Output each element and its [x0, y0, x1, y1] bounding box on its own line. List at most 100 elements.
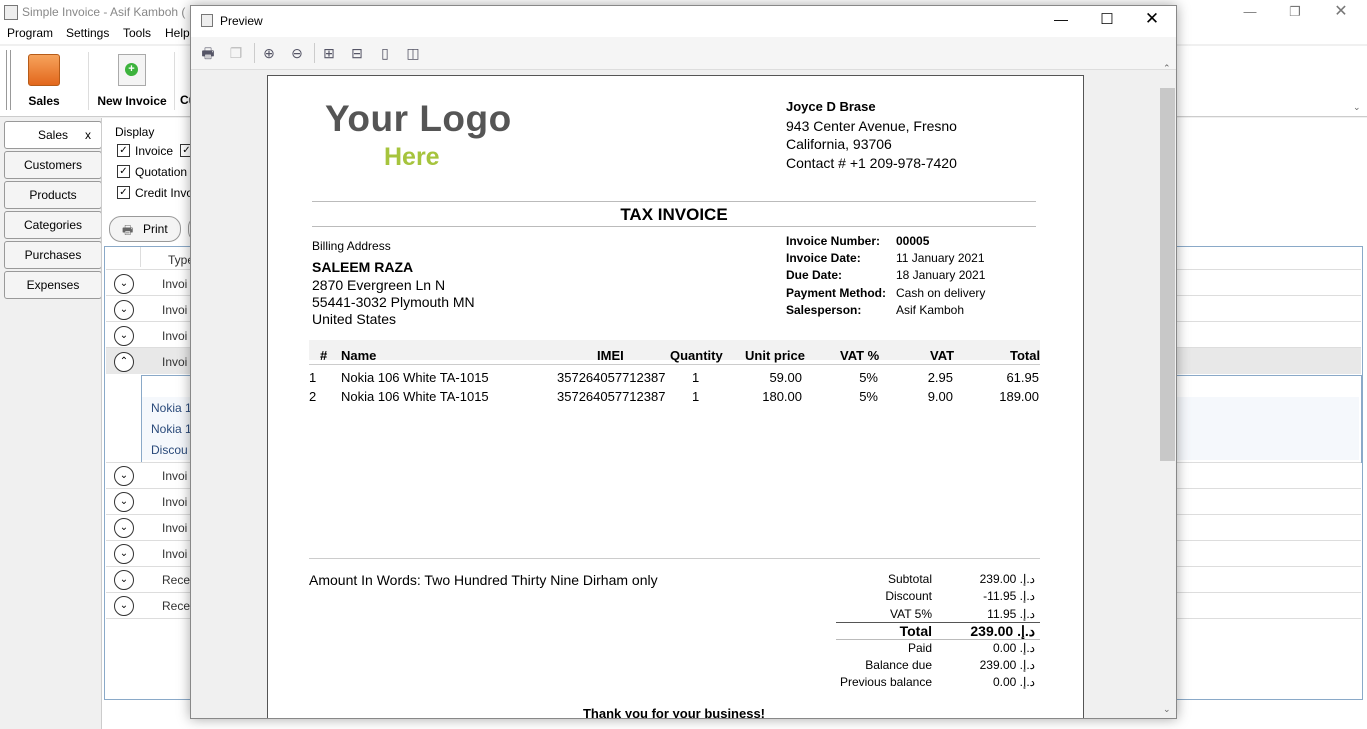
previous-balance-label: Previous balance — [839, 675, 932, 689]
tab-sales[interactable]: Sales x — [4, 121, 102, 149]
minimize-icon[interactable]: — — [1235, 3, 1265, 21]
page-width-icon[interactable]: ⊟ — [348, 44, 366, 62]
menu-settings[interactable]: Settings — [66, 26, 109, 40]
item-name: Nokia 106 White TA-1015 — [341, 370, 489, 385]
balance-due-label: Balance due — [865, 658, 932, 672]
expand-row-icon[interactable]: ⌄ — [114, 326, 134, 346]
total-rule — [836, 639, 1040, 640]
title-rule — [312, 226, 1036, 227]
collapse-row-icon[interactable]: ⌃ — [114, 352, 134, 372]
col-name-header: Name — [341, 348, 377, 363]
item-imei: 357264057712387 — [557, 370, 666, 385]
restore-icon[interactable]: ❐ — [1280, 3, 1310, 21]
tab-categories[interactable]: Categories — [4, 211, 102, 239]
new-invoice-button[interactable]: + New Invoice — [94, 54, 170, 108]
item-num: 1 — [309, 370, 317, 385]
preview-title: Preview — [220, 14, 263, 28]
subtotal-value: 239.00 .د.إ — [979, 572, 1035, 586]
close-icon[interactable]: ✕ — [1326, 3, 1356, 21]
invoice-checkbox-label: Invoice — [135, 144, 174, 158]
expand-row-icon[interactable]: ⌄ — [114, 274, 134, 294]
credit-checkbox[interactable]: ✓ — [117, 186, 130, 199]
menu-help[interactable]: Help — [165, 26, 190, 40]
tab-expenses[interactable]: Expenses — [4, 271, 102, 299]
expand-row-icon[interactable]: ⌄ — [114, 466, 134, 486]
header-divider — [140, 247, 141, 267]
sales-ribbon-label: Sales — [28, 94, 60, 108]
item-vat-pct: 5% — [859, 389, 878, 404]
item-unit-price: 180.00 — [762, 389, 802, 404]
due-date-label: Due Date: — [786, 268, 843, 282]
item-quantity: 1 — [692, 389, 700, 404]
tab-customers[interactable]: Customers — [4, 151, 102, 179]
print-button[interactable]: 🖶 Print — [109, 216, 181, 242]
paid-label: Paid — [907, 641, 932, 655]
menu-program[interactable]: Program — [7, 26, 53, 40]
row-type: Invoi — [162, 355, 188, 369]
print-icon[interactable]: 🖶 — [199, 44, 217, 62]
company-name: Joyce D Brase — [786, 99, 876, 114]
billing-name: SALEEM RAZA — [312, 259, 414, 275]
menu-tools[interactable]: Tools — [123, 26, 151, 40]
expand-row-icon[interactable]: ⌄ — [114, 544, 134, 564]
vat-label: VAT 5% — [889, 607, 932, 621]
billing-label: Billing Address — [312, 239, 391, 253]
tab-products[interactable]: Products — [4, 181, 102, 209]
col-num-header: # — [320, 348, 328, 363]
logo-text: Your Logo — [325, 98, 512, 139]
preview-document-area: Your Logo Here Joyce D Brase 943 Center … — [191, 70, 1159, 718]
col-vat-pct-header: VAT % — [840, 348, 880, 363]
preview-title-bar: Preview — ☐ ✕ — [191, 6, 1176, 36]
expand-row-icon[interactable]: ⌄ — [114, 518, 134, 538]
sales-ribbon-button[interactable]: Sales — [14, 54, 74, 108]
invoice-date-label: Invoice Date: — [786, 251, 861, 265]
previous-balance-value: 0.00 .د.إ — [992, 675, 1035, 689]
item-vat: 2.95 — [927, 370, 953, 385]
tab-sales-label: Sales — [37, 128, 69, 142]
paid-value: 0.00 .د.إ — [992, 641, 1035, 655]
scroll-down-icon[interactable]: ⌄ — [1163, 704, 1171, 715]
document-title: TAX INVOICE — [620, 205, 728, 224]
item-vat-pct: 5% — [859, 370, 878, 385]
subtotal-label: Subtotal — [887, 572, 932, 586]
expand-row-icon[interactable]: ⌄ — [114, 570, 134, 590]
balance-due-value: 239.00 .د.إ — [979, 658, 1035, 672]
preview-close-icon[interactable]: ✕ — [1137, 9, 1167, 29]
preview-vertical-scrollbar[interactable]: ⌃ ⌄ — [1159, 63, 1176, 718]
actual-size-icon[interactable]: ⊞ — [320, 44, 338, 62]
row-type: Invoi — [162, 277, 188, 291]
ribbon-grip — [6, 50, 11, 110]
invoice-number-label: Invoice Number: — [786, 234, 881, 248]
close-tab-icon[interactable]: x — [85, 122, 91, 148]
new-invoice-label: New Invoice — [97, 94, 167, 108]
whole-page-icon[interactable]: ▯ — [376, 44, 394, 62]
thank-you-note: Thank you for your business! — [582, 706, 766, 718]
quotation-checkbox[interactable]: ✓ — [117, 165, 130, 178]
scroll-up-icon[interactable]: ⌃ — [1163, 63, 1171, 74]
row-type: Invoi — [162, 495, 188, 509]
expand-row-icon[interactable]: ⌄ — [114, 300, 134, 320]
expand-row-icon[interactable]: ⌄ — [114, 596, 134, 616]
copy-icon[interactable]: ❐ — [227, 44, 245, 62]
tab-purchases[interactable]: Purchases — [4, 241, 102, 269]
ribbon-collapse-icon[interactable]: ⌄ — [1353, 102, 1361, 113]
item-quantity: 1 — [692, 370, 700, 385]
salesperson-label: Salesperson: — [786, 303, 862, 317]
preview-minimize-icon[interactable]: — — [1046, 11, 1076, 27]
detail-item: Discou — [151, 443, 188, 457]
logo-subtext: Here — [384, 143, 440, 171]
zoom-out-icon[interactable]: ⊖ — [288, 44, 306, 62]
table-header-rule — [309, 364, 1040, 365]
invoice-checkbox[interactable]: ✓ — [117, 144, 130, 157]
zoom-in-icon[interactable]: ⊕ — [260, 44, 278, 62]
billing-line2: 55441-3032 Plymouth MN — [312, 294, 475, 310]
title-rule — [312, 201, 1036, 202]
scrollbar-thumb[interactable] — [1160, 88, 1175, 461]
ribbon-divider — [88, 52, 89, 110]
two-pages-icon[interactable]: ◫ — [404, 44, 422, 62]
row-type: Invoi — [162, 329, 188, 343]
expand-row-icon[interactable]: ⌄ — [114, 492, 134, 512]
col-total-header: Total — [1010, 348, 1041, 363]
billing-line3: United States — [312, 311, 397, 327]
preview-maximize-icon[interactable]: ☐ — [1092, 10, 1122, 28]
